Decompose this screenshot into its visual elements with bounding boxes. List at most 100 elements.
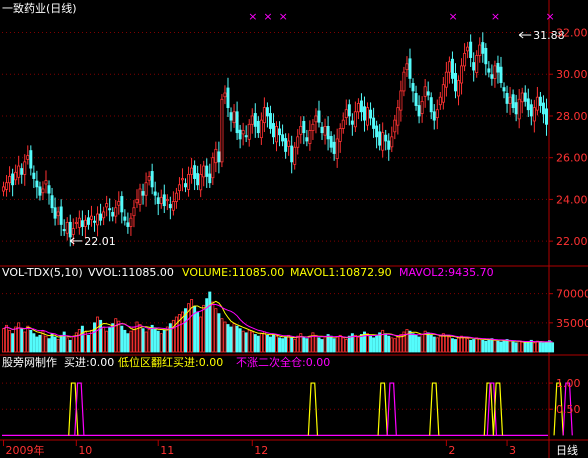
volume-bar: [77, 329, 81, 353]
volume-bar: [86, 334, 90, 353]
volume-bar: [320, 339, 324, 353]
candle-body: [68, 221, 72, 238]
volume-bar: [38, 334, 42, 353]
candle-body: [362, 106, 366, 121]
candle-body: [496, 62, 500, 73]
candle-body: [399, 90, 403, 111]
mavol2-value: MAVOL2:9435.70: [399, 266, 494, 279]
candle-body: [532, 107, 536, 122]
volume-bar: [65, 337, 69, 353]
volume-bar: [372, 337, 376, 353]
candle-body: [138, 188, 142, 205]
candle-body: [511, 94, 515, 109]
candle-body: [284, 138, 288, 152]
candle-body: [359, 100, 363, 113]
candle-body: [177, 184, 181, 192]
candle-body: [235, 111, 239, 134]
volume-bar: [108, 327, 112, 353]
volume-bar: [8, 329, 12, 353]
signal-marker: ×: [491, 10, 500, 23]
candle-body: [438, 96, 442, 106]
y-tick-label: 1.00: [556, 377, 581, 390]
y-tick-label: 22.00: [556, 235, 588, 248]
candle-body: [238, 129, 242, 140]
volume-bar: [359, 334, 363, 353]
candle-body: [180, 178, 184, 181]
volume-bar: [126, 333, 130, 353]
candlestick-series: 22.0131.88×××××××: [2, 10, 565, 248]
volume-bar: [478, 338, 482, 353]
volume-bar: [117, 320, 121, 353]
volume-bar: [71, 335, 75, 353]
volume-bar: [435, 337, 439, 353]
volume-bar: [199, 316, 203, 353]
volume-bar: [508, 340, 512, 353]
candle-body: [499, 66, 503, 83]
volume-bar: [253, 334, 257, 353]
candle-body: [514, 102, 518, 115]
volume-bar: [281, 338, 285, 353]
candle-body: [460, 65, 464, 84]
volume-bar: [211, 301, 215, 353]
signal-pulse: [386, 382, 397, 436]
volume-bar: [481, 339, 485, 353]
volume-bar: [484, 340, 488, 353]
signal-fullpos-value: 不涨二次全仓:0.00: [236, 355, 330, 369]
candle-body: [162, 194, 166, 207]
y-tick-label: 26.00: [556, 152, 588, 165]
volume-bar: [156, 330, 160, 353]
volume-bar: [308, 335, 312, 353]
candle-body: [5, 182, 9, 190]
candle-body: [199, 173, 203, 191]
volume-bars: [2, 291, 555, 353]
candle-body: [435, 109, 439, 119]
signal-indicator-name: 股旁网制作: [2, 355, 57, 369]
volume-bar: [165, 326, 169, 353]
candle-body: [538, 96, 542, 106]
candle-body: [372, 117, 376, 129]
volume-bar: [457, 337, 461, 353]
volume-bar: [541, 342, 545, 353]
volume-bar: [496, 340, 500, 353]
candle-body: [356, 103, 360, 113]
candle-body: [89, 215, 93, 220]
volume-bar: [517, 340, 521, 353]
volume-bar: [83, 331, 87, 353]
volume-bar: [220, 318, 224, 353]
x-tick-label: 11: [160, 444, 174, 457]
candle-body: [253, 113, 257, 127]
candle-body: [420, 100, 424, 114]
signal-lowzone-value: 低位区翻红买进:0.00: [118, 355, 223, 369]
candle-body: [86, 217, 90, 225]
candle-body: [8, 176, 12, 184]
candle-body: [378, 131, 382, 146]
volume-bar: [460, 335, 464, 353]
volume-bar: [278, 337, 282, 353]
signal-pulse: [492, 382, 504, 436]
volume-bar: [29, 329, 33, 353]
candle-body: [469, 41, 473, 58]
candle-body: [208, 173, 212, 184]
signal-marker: ×: [546, 10, 555, 23]
volume-bar: [411, 333, 415, 353]
volume-bar: [129, 330, 133, 353]
volume-bar: [196, 311, 200, 353]
candle-body: [481, 42, 485, 54]
candle-body: [93, 220, 97, 223]
volume-bar: [162, 329, 166, 353]
volume-bar: [5, 324, 9, 353]
volume-bar: [102, 326, 106, 353]
volume-bar: [93, 322, 97, 353]
candle-body: [402, 71, 406, 92]
candle-body: [38, 186, 42, 196]
candle-body: [308, 130, 312, 144]
candle-body: [305, 137, 309, 142]
volume-bar: [53, 336, 57, 353]
x-tick-label: 2: [448, 444, 455, 457]
volume-value: VOLUME:11085.00: [182, 266, 284, 279]
candle-body: [229, 112, 233, 121]
candle-body: [417, 105, 421, 117]
candle-body: [344, 109, 348, 119]
candle-body: [478, 44, 482, 56]
stock-chart: 22.0131.88××××××× 32.0030.0028.0026.0024…: [0, 0, 588, 458]
